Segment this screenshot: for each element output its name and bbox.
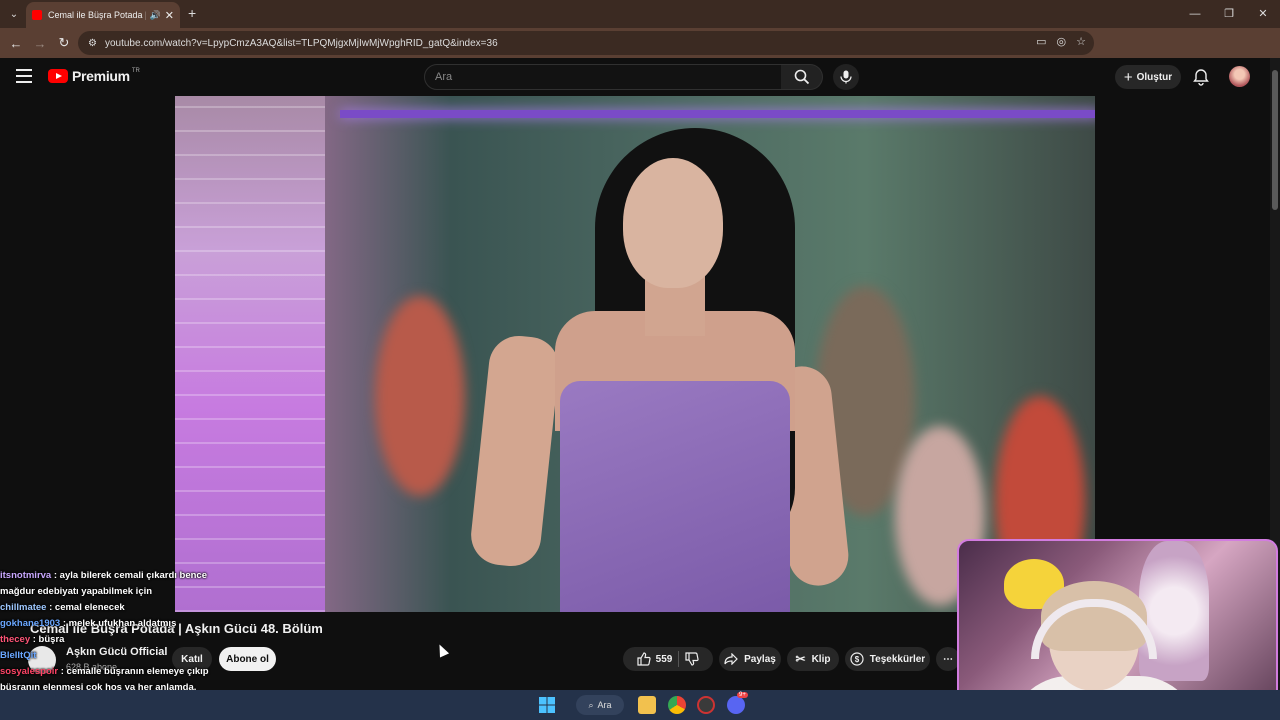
site-info-icon[interactable]: ⚙ <box>88 38 97 49</box>
like-count: 559 <box>655 653 673 665</box>
url-text: youtube.com/watch?v=LpypCmzA3AQ&list=TLP… <box>104 37 498 49</box>
search-icon <box>794 69 809 85</box>
youtube-favicon-icon <box>32 10 42 20</box>
chat-user: chillmatee <box>0 602 47 613</box>
share-arrow-icon <box>724 653 738 665</box>
scrollbar-thumb[interactable] <box>1272 70 1278 210</box>
window-controls: — ❐ ✕ <box>1178 0 1280 28</box>
taskbar-search-label: Ara <box>597 700 612 710</box>
chat-message: thecey : büşra <box>0 632 230 648</box>
video-subject-dress <box>560 381 790 612</box>
video-subject-face <box>623 158 723 288</box>
super-thanks-icon: $ <box>850 652 864 666</box>
youtube-premium-logo[interactable]: Premium TR <box>48 68 140 84</box>
youtube-header: Premium TR Ara + Oluştur <box>0 58 1270 96</box>
like-divider <box>678 651 680 667</box>
close-tab-icon[interactable]: ✕ <box>165 9 174 22</box>
obs-app-icon[interactable] <box>697 696 715 714</box>
thumbs-up-icon <box>637 652 651 666</box>
forward-icon[interactable]: → <box>28 36 52 51</box>
logo-country-code: TR <box>131 68 140 74</box>
create-label: Oluştur <box>1136 71 1173 83</box>
browser-tabbar: ⌄ Cemal ile Büşra Potada | Aşk 🔊 ✕ + — ❐… <box>0 0 1280 28</box>
hamburger-menu-icon[interactable] <box>16 69 32 83</box>
restore-icon[interactable]: ❐ <box>1212 0 1246 28</box>
plus-icon: + <box>1123 68 1133 86</box>
create-button[interactable]: + Oluştur <box>1115 65 1181 89</box>
thanks-label: Teşekkürler <box>869 653 926 665</box>
clip-label: Klip <box>811 653 831 665</box>
chat-message: BleIItQit <box>0 648 230 664</box>
more-horizontal-icon: ⋯ <box>943 653 953 665</box>
tab-title: Cemal ile Büşra Potada | Aşk <box>48 10 146 20</box>
voice-search-button[interactable] <box>833 64 859 90</box>
discord-icon[interactable]: 9+ <box>727 692 748 714</box>
cast-icon[interactable]: ▭ <box>1036 35 1046 48</box>
notifications-bell-icon[interactable] <box>1192 68 1210 86</box>
youtube-play-icon <box>48 69 68 83</box>
reload-icon[interactable]: ↻ <box>52 35 76 51</box>
logo-wordmark: Premium <box>72 68 130 84</box>
taskbar-search-button[interactable]: ⌕ Ara <box>576 695 624 715</box>
chat-text: : büşra <box>32 634 65 645</box>
share-label: Paylaş <box>744 653 776 665</box>
chat-message: itsnotmirva : ayla bilerek cemali çıkard… <box>0 568 230 600</box>
chat-user: sosyalespoir <box>0 666 59 677</box>
new-tab-icon[interactable]: + <box>188 5 196 21</box>
mouse-cursor-icon <box>434 642 450 658</box>
video-neon-frame <box>340 110 1095 118</box>
chrome-icon[interactable] <box>668 696 686 714</box>
chat-user: gokhane1903 <box>0 618 61 629</box>
discord-badge: 9+ <box>737 692 748 698</box>
scissors-icon: ✂ <box>795 652 806 666</box>
minimize-icon[interactable]: — <box>1178 0 1212 28</box>
video-subject-arm <box>468 332 562 570</box>
search-button[interactable] <box>781 64 823 90</box>
chat-message: chillmatee : cemal elenecek <box>0 600 230 616</box>
chat-message: gokhane1903 : melek ufukhan aldatmış <box>0 616 230 632</box>
eye-off-icon[interactable]: ◎ <box>1057 35 1067 48</box>
svg-text:$: $ <box>855 655 860 664</box>
taskbar-search-icon: ⌕ <box>588 699 594 710</box>
chat-user: BleIItQit <box>0 650 37 661</box>
clip-button[interactable]: ✂ Klip <box>787 647 839 671</box>
share-button[interactable]: Paylaş <box>719 647 781 671</box>
windows-start-icon[interactable] <box>538 696 556 714</box>
browser-tab[interactable]: Cemal ile Büşra Potada | Aşk 🔊 ✕ <box>26 2 180 28</box>
like-button[interactable]: 559 <box>637 652 673 666</box>
chat-user: thecey <box>0 634 31 645</box>
close-window-icon[interactable]: ✕ <box>1246 0 1280 28</box>
video-bg-person <box>375 296 465 496</box>
chat-text: : cemal elenecek <box>49 602 125 613</box>
microphone-icon <box>840 70 852 84</box>
account-avatar[interactable] <box>1229 66 1250 87</box>
video-stone-wall <box>175 96 325 612</box>
chat-user: itsnotmirva <box>0 570 52 581</box>
tab-search-icon[interactable]: ⌄ <box>4 4 24 24</box>
back-icon[interactable]: ← <box>4 36 28 51</box>
file-explorer-icon[interactable] <box>638 696 656 714</box>
chat-text: : melek ufukhan aldatmış <box>62 618 177 629</box>
search-input[interactable]: Ara <box>424 64 782 90</box>
thanks-button[interactable]: $ Teşekkürler <box>845 647 930 671</box>
browser-toolbar: ← → ↻ ⚙ youtube.com/watch?v=LpypCmzA3AQ&… <box>0 28 1280 79</box>
video-player[interactable] <box>175 96 1095 612</box>
address-bar[interactable]: ⚙ youtube.com/watch?v=LpypCmzA3AQ&list=T… <box>78 31 1094 55</box>
bookmark-star-icon[interactable]: ☆ <box>1076 35 1086 48</box>
thumbs-down-icon[interactable] <box>685 652 699 666</box>
webcam-christmas-tree <box>1139 541 1209 681</box>
like-dislike-group: 559 <box>623 647 713 671</box>
audio-playing-icon[interactable]: 🔊 <box>150 10 161 21</box>
